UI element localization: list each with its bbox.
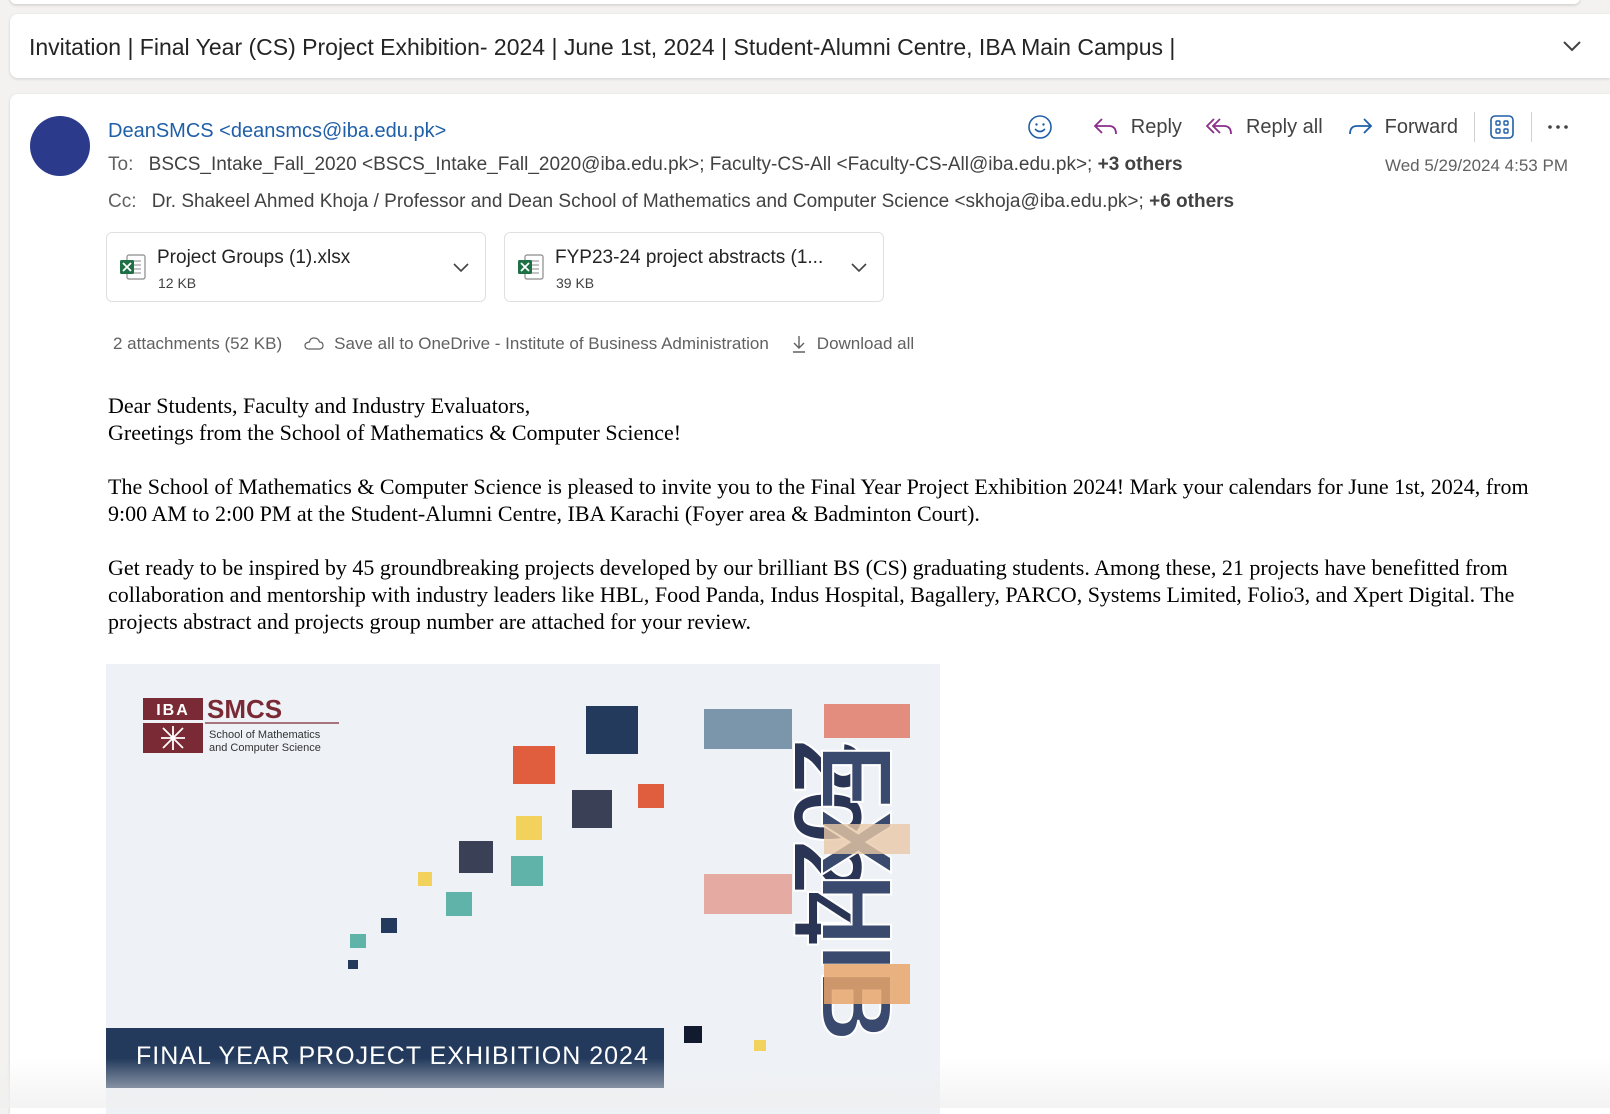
message-body: Dear Students, Faculty and Industry Eval…	[108, 392, 1558, 662]
more-actions-button[interactable]	[1546, 115, 1570, 139]
chevron-down-icon[interactable]	[451, 257, 471, 277]
chevron-down-icon[interactable]	[849, 257, 869, 277]
greeting-line-1: Dear Students, Faculty and Industry Eval…	[108, 392, 1558, 419]
to-label: To:	[108, 154, 133, 175]
excel-file-icon	[119, 253, 147, 281]
reply-label: Reply	[1131, 116, 1182, 139]
download-all-button[interactable]: Download all	[791, 334, 914, 354]
actions-divider	[1474, 112, 1475, 142]
save-all-label: Save all to OneDrive - Institute of Busi…	[334, 334, 769, 354]
greeting-line-2: Greetings from the School of Mathematics…	[108, 419, 1558, 446]
download-icon	[791, 334, 807, 354]
forward-icon	[1347, 116, 1373, 138]
previous-message-edge	[10, 0, 1580, 4]
sender[interactable]: DeanSMCS <deansmcs@iba.edu.pk>	[108, 120, 446, 143]
save-all-onedrive-button[interactable]: Save all to OneDrive - Institute of Busi…	[304, 334, 769, 354]
subject-title: Invitation | Final Year (CS) Project Exh…	[29, 34, 1175, 61]
reply-all-button[interactable]: Reply all	[1206, 116, 1323, 139]
download-all-label: Download all	[817, 334, 914, 354]
reply-button[interactable]: Reply	[1093, 116, 1182, 139]
attachment-size: 39 KB	[556, 275, 594, 291]
forward-label: Forward	[1385, 116, 1458, 139]
subject-header: Invitation | Final Year (CS) Project Exh…	[10, 14, 1610, 78]
body-paragraph-1: The School of Mathematics & Computer Sci…	[108, 473, 1558, 527]
cc-label: Cc:	[108, 191, 137, 212]
chevron-down-icon[interactable]	[1560, 34, 1584, 58]
attachment-card[interactable]: FYP23-24 project abstracts (1... 39 KB	[504, 232, 884, 302]
attachment-toolbar: 2 attachments (52 KB) Save all to OneDri…	[113, 334, 936, 354]
cc-recipients[interactable]: Dr. Shakeel Ahmed Khoja / Professor and …	[152, 191, 1144, 212]
reply-all-label: Reply all	[1246, 116, 1323, 139]
attachment-card[interactable]: Project Groups (1).xlsx 12 KB	[106, 232, 486, 302]
attachment-size: 12 KB	[158, 275, 196, 291]
cc-more-recipients[interactable]: +6 others	[1149, 191, 1234, 212]
to-more-recipients[interactable]: +3 others	[1098, 154, 1183, 175]
excel-file-icon	[517, 253, 545, 281]
reply-all-icon	[1206, 116, 1234, 138]
forward-button[interactable]: Forward	[1347, 116, 1458, 139]
message-card: DeanSMCS <deansmcs@iba.edu.pk> To: BSCS_…	[10, 94, 1610, 1114]
apps-button[interactable]	[1489, 114, 1515, 140]
smiley-icon	[1027, 114, 1053, 140]
avatar[interactable]	[30, 116, 90, 176]
body-paragraph-2: Get ready to be inspired by 45 groundbre…	[108, 554, 1558, 635]
attachment-name: FYP23-24 project abstracts (1...	[555, 247, 823, 269]
attachment-summary: 2 attachments (52 KB)	[113, 334, 282, 354]
cc-line: Cc: Dr. Shakeel Ahmed Khoja / Professor …	[108, 191, 1234, 213]
exhibition-poster-image[interactable]: IBA SMCS School of Mathematics and Compu…	[106, 664, 940, 1114]
sent-date: Wed 5/29/2024 4:53 PM	[1385, 156, 1568, 176]
message-actions: Reply Reply all Forward	[1027, 112, 1570, 142]
actions-divider-2	[1531, 112, 1532, 142]
emoji-button[interactable]	[1027, 114, 1065, 140]
cloud-icon	[304, 337, 324, 351]
to-line: To: BSCS_Intake_Fall_2020 <BSCS_Intake_F…	[108, 154, 1183, 176]
attachment-name: Project Groups (1).xlsx	[157, 247, 350, 269]
poster-banner: FINAL YEAR PROJECT EXHIBITION 2024	[106, 1028, 664, 1088]
reply-icon	[1093, 116, 1119, 138]
apps-grid-icon	[1489, 114, 1515, 140]
to-recipients[interactable]: BSCS_Intake_Fall_2020 <BSCS_Intake_Fall_…	[149, 154, 1093, 175]
more-icon	[1546, 115, 1570, 139]
